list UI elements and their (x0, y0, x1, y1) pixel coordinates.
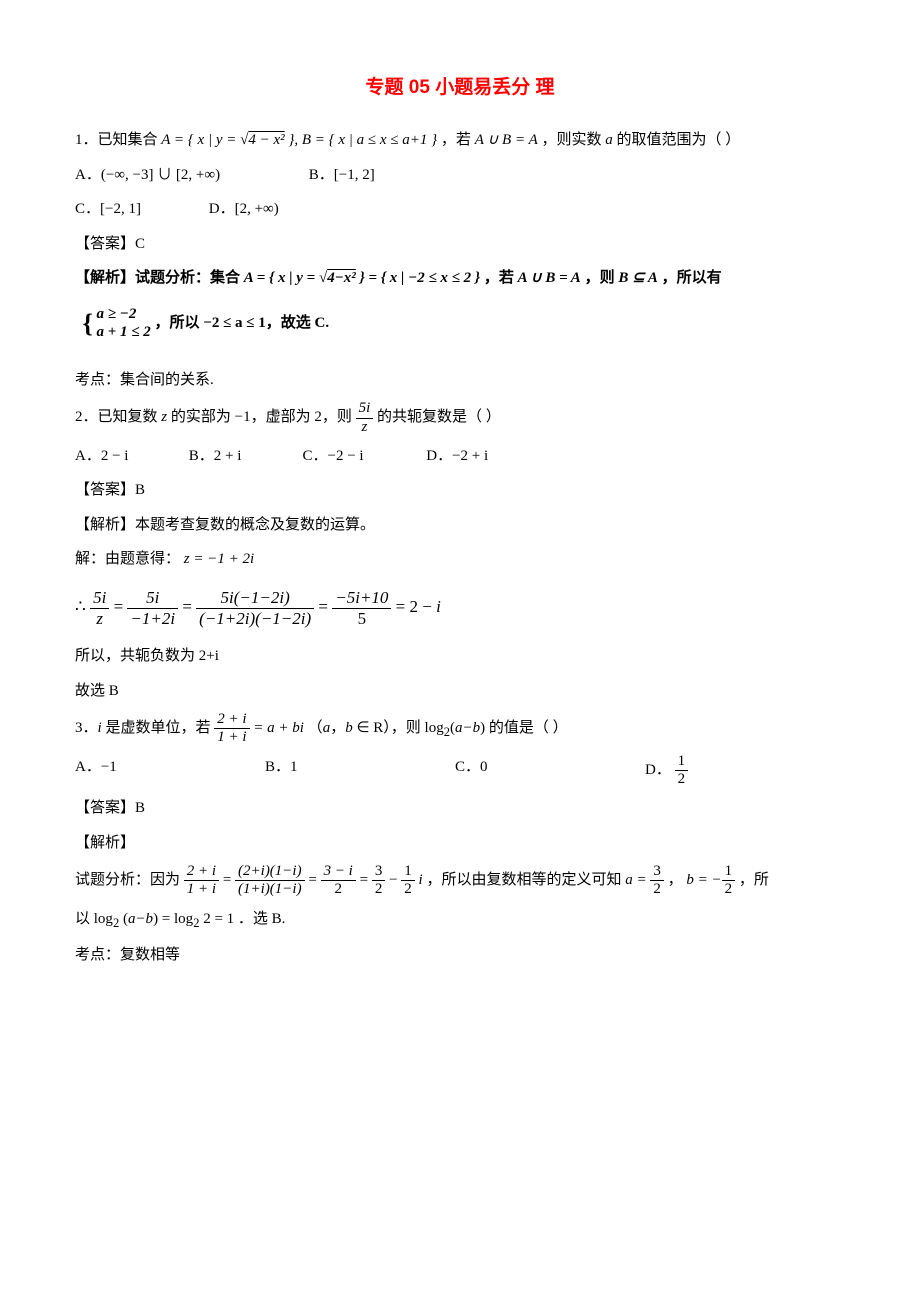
q1-stem-mid: ，若 (441, 132, 475, 148)
q2-answer: 【答案】B (75, 476, 845, 505)
q3-eq-m1-den: (1+i)(1−i) (235, 881, 305, 898)
q1-brace-bot: a + 1 ≤ 2 (97, 324, 151, 340)
q2-step1: 解：由题意得： z = −1 + 2i (75, 545, 845, 574)
q1-analysis: 【解析】试题分析：集合 A = { x | y = √4−x² } = { x … (75, 264, 845, 293)
q2-optA: A．2 − i (75, 442, 185, 471)
q1-analysis-union: A ∪ B = A (518, 270, 581, 286)
q3-line1-mid: ，所以由复数相等的定义可知 (426, 872, 625, 888)
q3-optD-den: 2 (675, 771, 689, 788)
q3-optD-pre: D． (645, 762, 671, 778)
q3-stem-mid1: = a + bi (253, 720, 304, 736)
q2-options: A．2 − i B．2 + i C．−2 − i D．−2 + i (75, 442, 845, 471)
q3-optD-num: 1 (675, 753, 689, 771)
q1-analysis-label: 【解析】试题分析：集合 (75, 270, 244, 286)
doc-title: 专题 05 小题易丢分 理 (75, 70, 845, 106)
q1-optA: A．(−∞, −3] ∪ [2, +∞) (75, 161, 305, 190)
q1-analysis-mid2: ，则 (585, 270, 619, 286)
q3-line2-pre: 以 (75, 911, 94, 927)
q3-line2: 以 log2 (a−b) = log2 2 = 1 ．选 B. (75, 905, 845, 936)
q1-optD: D．[2, +∞) (209, 201, 279, 217)
q1-stem-post: ，则实数 a 的取值范围为（ ） (541, 132, 740, 148)
q3-line1-pre: 试题分析：因为 (75, 872, 184, 888)
q2-step1-math: z = −1 + 2i (184, 551, 254, 567)
q2-stem-post: 的共轭复数是（ ） (377, 410, 501, 426)
q2-frac-num: 5i (356, 400, 374, 418)
q1-options-row2: C．[−2, 1] D．[2, +∞) (75, 195, 845, 224)
q3-optA: A．−1 (75, 753, 265, 789)
q1-answer: 【答案】C (75, 230, 845, 259)
q1-union: A ∪ B = A (475, 132, 538, 148)
q1-brace-top: a ≥ −2 (97, 306, 137, 322)
q1-options-row1: A．(−∞, −3] ∪ [2, +∞) B．[−1, 2] (75, 161, 845, 190)
q2-choose: 故选 B (75, 677, 845, 706)
q2-conjugate: 所以，共轭负数为 2+i (75, 642, 845, 671)
q3-line2-math: log2 (a−b) = log2 2 = 1 (94, 911, 234, 927)
q3-frac-num: 2 + i (214, 711, 249, 729)
q1-optB: B．[−1, 2] (309, 167, 375, 183)
q3-eq-lhs-den: 1 + i (184, 881, 219, 898)
q1-brace-stack: a ≥ −2 a + 1 ≤ 2 (97, 305, 151, 341)
q3-frac: 2 + i 1 + i (214, 711, 249, 747)
q2-stem: 2．已知复数 z 的实部为 −1，虚部为 2，则 5i z 的共轭复数是（ ） (75, 400, 845, 436)
q3-line1-b: b = − (686, 872, 721, 888)
q3-kaodian: 考点：复数相等 (75, 941, 845, 970)
q1-set-def: A = { x | y = √4 − x² }, B = { x | a ≤ x… (161, 132, 437, 148)
q3-options: A．−1 B．1 C．0 D． 1 2 (75, 753, 845, 789)
q3-optD: D． 1 2 (645, 753, 835, 789)
q1-stem-pre: 1．已知集合 (75, 132, 161, 148)
q3-optB: B．1 (265, 753, 455, 789)
q1-analysis-post: ，所以有 (662, 270, 722, 286)
q3-line2-post: ．选 B. (238, 911, 286, 927)
q2-optC: C．−2 − i (303, 442, 423, 471)
q3-optC: C．0 (455, 753, 645, 789)
q2-step1-pre: 解：由题意得： (75, 551, 180, 567)
q3-stem: 3．i 是虚数单位，若 2 + i 1 + i = a + bi （a，b ∈ … (75, 711, 845, 747)
q2-optD: D．−2 + i (426, 448, 488, 464)
q3-eq-m2-num: 3 − i (321, 863, 356, 881)
q3-analysis-label: 【解析】 (75, 829, 845, 858)
q1-kaodian: 考点：集合间的关系. (75, 366, 845, 395)
q1-analysis-set: A = { x | y = √4−x² } = { x | −2 ≤ x ≤ 2… (244, 270, 480, 286)
brace-icon: { (83, 309, 93, 338)
q2-equation: ∴ 5iz = 5i−1+2i = 5i(−1−2i)(−1+2i)(−1−2i… (75, 588, 845, 628)
q1-optC: C．[−2, 1] (75, 195, 205, 224)
q1-stem: 1．已知集合 A = { x | y = √4 − x² }, B = { x … (75, 126, 845, 155)
q2-stem-pre: 2．已知复数 z 的实部为 −1，虚部为 2，则 (75, 410, 356, 426)
q1-brace-post: ，所以 −2 ≤ a ≤ 1，故选 C. (155, 315, 330, 331)
q3-stem-mid2: （a，b ∈ R），则 log2(a−b) 的值是（ ） (308, 720, 568, 736)
q2-optB: B．2 + i (189, 442, 299, 471)
q1-analysis-subset: B ⊆ A (618, 270, 658, 286)
q2-frac-den: z (356, 419, 374, 436)
q3-eq-m2-den: 2 (321, 881, 356, 898)
q3-line1: 试题分析：因为 2 + i1 + i = (2+i)(1−i)(1+i)(1−i… (75, 863, 845, 899)
q1-analysis-mid: ，若 (484, 270, 518, 286)
q3-eq-m1-num: (2+i)(1−i) (235, 863, 305, 881)
q3-stem-pre: 3．i 是虚数单位，若 (75, 720, 214, 736)
q3-frac-den: 1 + i (214, 729, 249, 746)
q1-brace-line: { a ≥ −2 a + 1 ≤ 2 ，所以 −2 ≤ a ≤ 1，故选 C. (75, 299, 845, 348)
q3-eq-lhs-num: 2 + i (184, 863, 219, 881)
q2-analysis: 【解析】本题考查复数的概念及复数的运算。 (75, 511, 845, 540)
q2-frac: 5i z (356, 400, 374, 436)
q3-answer: 【答案】B (75, 794, 845, 823)
q3-line1-a: a = (625, 872, 650, 888)
q3-line1-post: ，所 (739, 872, 769, 888)
